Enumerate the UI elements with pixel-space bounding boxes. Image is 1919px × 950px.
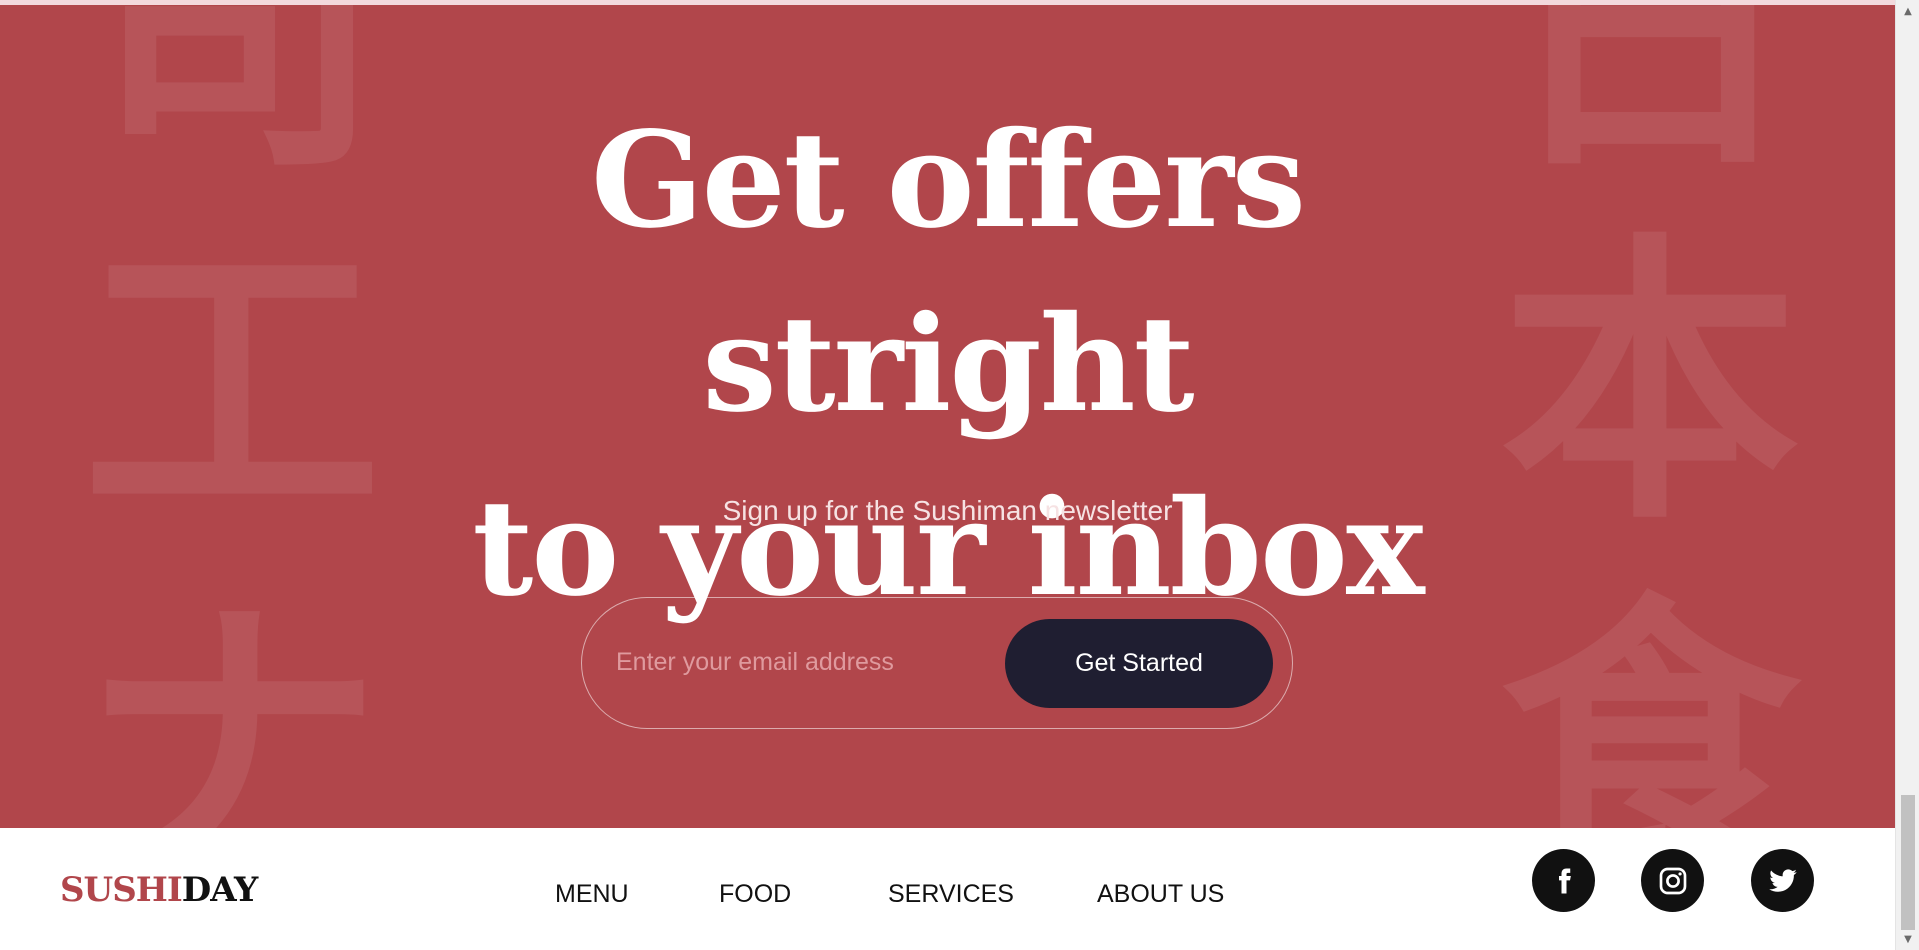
email-input[interactable] xyxy=(616,636,996,688)
get-started-button[interactable]: Get Started xyxy=(1005,619,1273,708)
scrollbar-thumb[interactable] xyxy=(1901,795,1915,930)
site-footer: SUSHIDAY MENU FOOD SERVICES ABOUT US xyxy=(0,828,1895,950)
headline-line-1: Get offers stright xyxy=(590,103,1306,442)
logo-part-day: DAY xyxy=(181,870,258,910)
newsletter-headline: Get offers stright to your inbox xyxy=(330,89,1565,641)
logo-part-sushi: SUSHI xyxy=(60,870,183,910)
facebook-button[interactable] xyxy=(1532,849,1595,912)
newsletter-form: Get Started xyxy=(581,597,1293,729)
instagram-icon xyxy=(1659,867,1686,894)
nav-about-us-link[interactable]: ABOUT US xyxy=(1097,880,1224,909)
newsletter-subtitle: Sign up for the Sushiman newsletter xyxy=(722,495,1173,526)
newsletter-section: 司 工 ナ 日 本 食 Get offers stright to your i… xyxy=(0,5,1895,828)
nav-menu-link[interactable]: MENU xyxy=(555,880,629,909)
instagram-button[interactable] xyxy=(1641,849,1704,912)
vertical-scrollbar[interactable]: ▲ ▼ xyxy=(1895,0,1919,950)
scroll-up-arrow[interactable]: ▲ xyxy=(1896,2,1919,20)
facebook-icon xyxy=(1558,868,1571,893)
page-viewport: 司 工 ナ 日 本 食 Get offers stright to your i… xyxy=(0,0,1895,950)
scroll-down-arrow[interactable]: ▼ xyxy=(1896,930,1919,948)
twitter-icon xyxy=(1768,868,1797,892)
nav-services-link[interactable]: SERVICES xyxy=(888,880,1014,909)
nav-food-link[interactable]: FOOD xyxy=(719,880,791,909)
sushiday-logo[interactable]: SUSHIDAY xyxy=(60,870,258,910)
twitter-button[interactable] xyxy=(1751,849,1814,912)
